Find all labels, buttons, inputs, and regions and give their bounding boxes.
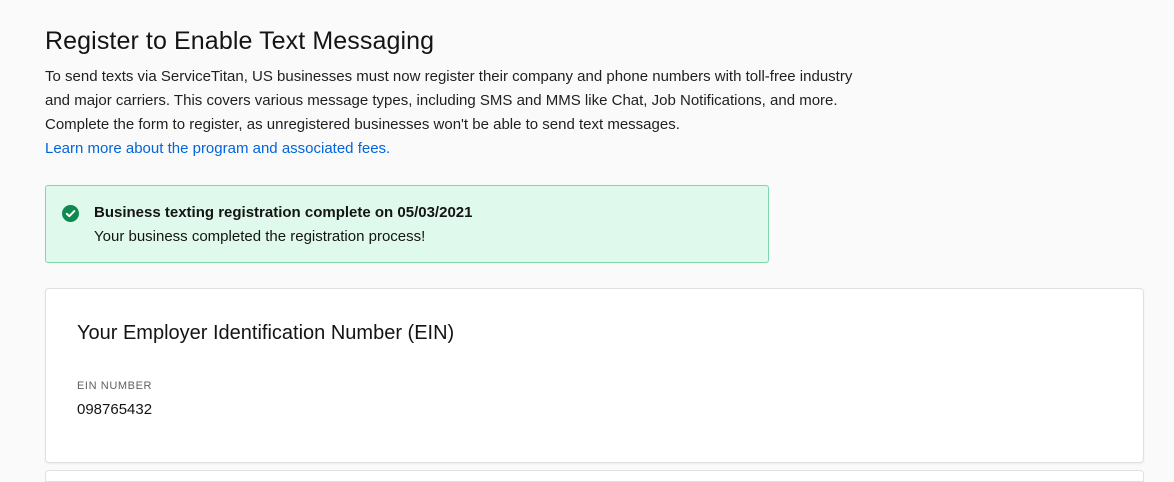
banner-message: Your business completed the registration… (94, 228, 426, 245)
page-title: Register to Enable Text Messaging (45, 27, 435, 55)
ein-card-title: Your Employer Identification Number (EIN… (77, 322, 455, 344)
learn-more-link[interactable]: Learn more about the program and associa… (45, 137, 390, 161)
banner-title: Business texting registration complete o… (94, 204, 473, 221)
check-circle-icon (62, 205, 79, 222)
ein-number-value: 098765432 (77, 401, 153, 418)
next-section-card (45, 470, 1144, 482)
intro-description: To send texts via ServiceTitan, US busin… (45, 65, 875, 137)
intro-text: To send texts via ServiceTitan, US busin… (45, 68, 853, 133)
ein-card: Your Employer Identification Number (EIN… (45, 288, 1144, 463)
registration-success-banner: Business texting registration complete o… (45, 185, 769, 263)
ein-number-label: EIN NUMBER (77, 380, 153, 392)
